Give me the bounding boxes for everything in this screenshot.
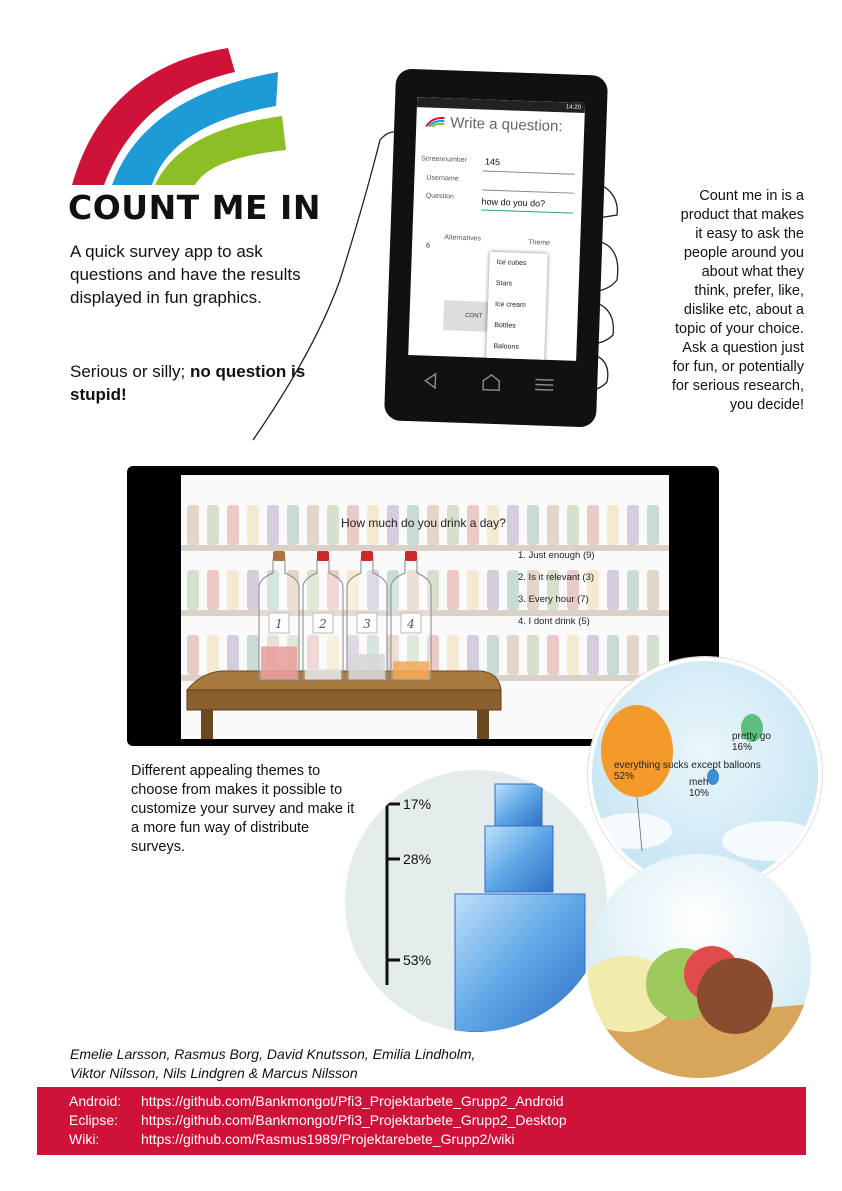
ice-graphic — [385, 783, 586, 1032]
balloon-label: everything sucks except balloons 52% — [614, 760, 761, 782]
product-line: you decide! — [729, 397, 804, 413]
alternatives-field[interactable]: 6 — [426, 243, 430, 250]
product-line: for serious research, — [671, 378, 804, 394]
bottle-label: 2 — [318, 617, 327, 631]
balloon-label-text: meh — [689, 777, 709, 788]
product-line: Count me in is a — [699, 188, 804, 204]
authors-line: Viktor Nilsson, Nils Lindgren & Marcus N… — [70, 1065, 358, 1081]
menu-icon — [535, 378, 554, 391]
balloon-pct: 10% — [689, 788, 710, 799]
ice-pct: 17% — [403, 796, 432, 812]
balloon-label-text: everything sucks except balloons — [614, 760, 761, 771]
ice-cream-theme-bubble — [587, 854, 811, 1078]
ice-cube-small — [494, 783, 543, 827]
screen-number-field[interactable]: 145 — [485, 157, 500, 168]
themes-description: Different appealing themes to choose fro… — [131, 763, 355, 855]
link-row: Wiki: https://github.com/Rasmus1989/Proje… — [69, 1130, 515, 1149]
links-footer: Android: https://github.com/Bankmongot/Pf… — [37, 1087, 806, 1155]
continue-label: CONT — [465, 312, 483, 320]
balloon-label: meh 10% — [689, 777, 709, 799]
balloon-label: pretty go 16% — [732, 731, 771, 753]
product-line: topic of your choice. — [675, 321, 804, 337]
app-logo-icon — [425, 116, 445, 128]
scoop-chocolate — [697, 958, 773, 1034]
ice-cream-graphic — [587, 946, 811, 1078]
ice-cube-large — [454, 893, 586, 1032]
phone-screen: 14:20 Write a question: Screennumber 145… — [408, 97, 586, 361]
ice-pct: 53% — [403, 952, 432, 968]
link-label: Wiki: — [69, 1131, 100, 1147]
product-line: Ask a question just — [682, 340, 804, 356]
question-label: Question — [425, 192, 454, 201]
back-icon — [424, 372, 437, 390]
link-android[interactable]: https://github.com/Bankmongot/Pfi3_Proje… — [141, 1093, 564, 1109]
theme-dropdown[interactable]: Ice cubes Stars Ice cream Bottles Baloon… — [486, 251, 548, 361]
home-icon — [482, 373, 501, 391]
link-label: Android: — [69, 1093, 122, 1109]
link-label: Eclipse: — [69, 1112, 119, 1128]
phone-mockup: 14:20 Write a question: Screennumber 145… — [383, 68, 609, 428]
status-bar: 14:20 — [416, 97, 586, 114]
bottle-label: 1 — [275, 617, 283, 631]
product-line: dislike etc, about a — [683, 302, 804, 318]
balloon-orange — [601, 705, 673, 797]
survey-bottle: 2 — [302, 551, 344, 681]
authors: Emelie Larsson, Rasmus Borg, David Knuts… — [70, 1045, 590, 1083]
product-line: think, prefer, like, — [694, 283, 804, 299]
question-underline — [481, 209, 574, 214]
balloon-pct: 16% — [732, 742, 753, 753]
phone-nav-bar — [384, 364, 597, 411]
username-label: Username — [426, 174, 459, 183]
tagline-plain: Serious or silly; — [70, 362, 190, 381]
screen-number-label: Screennumber — [420, 155, 468, 164]
phone-heading: Write a question: — [450, 114, 563, 136]
product-description: Count me in is a product that makes it e… — [622, 187, 804, 415]
link-eclipse[interactable]: https://github.com/Bankmongot/Pfi3_Proje… — [141, 1112, 567, 1128]
theme-option[interactable]: Ice cream — [488, 294, 547, 317]
bottle-label: 4 — [406, 617, 415, 631]
theme-option[interactable]: Stars — [488, 273, 547, 296]
product-line: for fun, or potentially — [672, 359, 804, 375]
ice-cube-theme-bubble: 17% 28% 53% — [345, 770, 607, 1032]
product-line: it easy to ask the — [695, 226, 804, 242]
survey-bottle: 4 — [390, 551, 432, 681]
survey-bottle: 3 — [346, 551, 388, 681]
link-row: Eclipse: https://github.com/Bankmongot/Pf… — [69, 1111, 567, 1130]
bottle-cap — [361, 551, 373, 561]
theme-option[interactable]: Baloons — [486, 336, 545, 359]
survey-bottle: 1 — [258, 551, 300, 681]
ice-pct: 28% — [403, 851, 432, 867]
alternatives-label: Alternatives — [444, 234, 482, 243]
bottle-cap — [317, 551, 329, 561]
product-line: about what they — [701, 264, 804, 280]
balloon-label-text: pretty go — [732, 731, 771, 742]
username-field[interactable] — [481, 189, 574, 194]
ice-cube-medium — [484, 825, 554, 893]
authors-line: Emelie Larsson, Rasmus Borg, David Knuts… — [70, 1046, 476, 1062]
bottle-cap — [405, 551, 417, 561]
screen-number-underline — [482, 170, 575, 175]
product-line: product that makes — [680, 207, 804, 223]
theme-label: Theme — [528, 239, 551, 247]
bottle-label: 3 — [363, 617, 371, 631]
link-wiki[interactable]: https://github.com/Rasmus1989/Projektare… — [141, 1131, 515, 1147]
balloon-pct: 52% — [614, 771, 635, 782]
product-line: people around you — [683, 245, 804, 261]
bottle-cap — [273, 551, 285, 561]
link-row: Android: https://github.com/Bankmongot/Pf… — [69, 1092, 564, 1111]
question-field[interactable]: how do you do? — [481, 196, 545, 208]
theme-option[interactable]: Ice cubes — [489, 252, 548, 275]
nav-icons — [424, 372, 554, 391]
theme-option[interactable]: Bottles — [487, 315, 546, 338]
